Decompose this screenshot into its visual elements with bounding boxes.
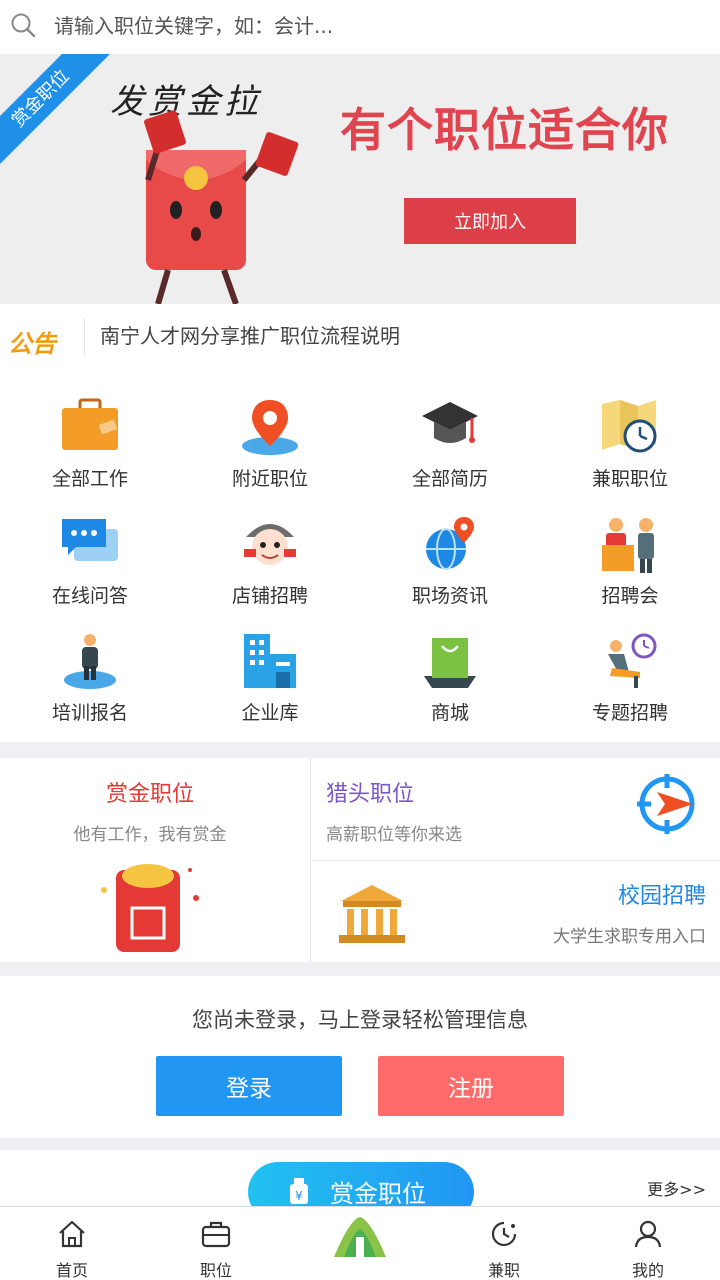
- banner-headline: 有个职位适合你: [340, 103, 669, 157]
- tab-jobs[interactable]: 职位: [144, 1207, 288, 1280]
- bounty-jobs-card[interactable]: 赏金职位 他有工作，我有赏金: [0, 758, 310, 962]
- search-icon[interactable]: [10, 12, 36, 38]
- grid-item-mall[interactable]: 商城: [360, 602, 540, 724]
- feature-panel: 赏金职位 他有工作，我有赏金 猎头职位 高薪职位等你来选 校园招聘 大学生求职专…: [0, 758, 720, 962]
- grid-item-label: 企业库: [241, 702, 299, 724]
- location-pin-icon: [242, 400, 298, 455]
- grid-item-part-time-jobs[interactable]: 兼职职位: [540, 368, 720, 490]
- chat-bubble-icon: [62, 519, 118, 561]
- grid-item-label: 专题招聘: [591, 702, 668, 724]
- campus-recruit-title: 校园招聘: [617, 884, 706, 909]
- campus-recruit-card[interactable]: 校园招聘 大学生求职专用入口: [311, 861, 720, 962]
- tab-part-time[interactable]: 兼职: [432, 1207, 576, 1280]
- notice-divider: [84, 318, 85, 356]
- mascot-icon: [244, 524, 296, 565]
- grid-item-shop-recruit[interactable]: 店铺招聘: [180, 485, 360, 607]
- login-button[interactable]: 登录: [156, 1056, 342, 1116]
- register-button[interactable]: 注册: [378, 1056, 564, 1116]
- buildings-icon: [244, 634, 296, 688]
- svg-text:¥: ¥: [295, 1189, 303, 1203]
- tab-label: 职位: [199, 1261, 232, 1280]
- interview-icon: [602, 518, 654, 573]
- search-input[interactable]: [54, 10, 694, 42]
- clock-icon: [491, 1221, 517, 1247]
- bounty-jobs-tab-label: 赏金职位: [330, 1180, 426, 1206]
- bottom-tab-bar: 首页 职位 兼职 我的: [0, 1206, 720, 1280]
- grid-item-all-resumes[interactable]: 全部简历: [360, 368, 540, 490]
- university-building-icon: [339, 885, 405, 943]
- graduation-cap-icon: [422, 402, 478, 443]
- red-envelope-icon: [101, 864, 199, 952]
- bounty-ribbon: 赏金职位: [0, 54, 114, 172]
- tab-label: 我的: [631, 1261, 664, 1280]
- tab-home[interactable]: 首页: [0, 1207, 144, 1280]
- tab-label: 首页: [55, 1261, 88, 1280]
- feature-grid: 全部工作 附近职位 全部简历 兼职职位 在线问答 店铺招聘 职场资讯 招聘会 培…: [0, 368, 720, 742]
- campus-recruit-subtitle: 大学生求职专用入口: [553, 927, 706, 947]
- grid-item-special-recruit[interactable]: 专题招聘: [540, 602, 720, 724]
- headhunter-jobs-card[interactable]: 猎头职位 高薪职位等你来选: [311, 758, 720, 860]
- map-clock-icon: [602, 400, 657, 453]
- home-icon: [59, 1220, 85, 1248]
- grid-item-all-jobs[interactable]: 全部工作: [0, 368, 180, 490]
- login-panel: 您尚未登录，马上登录轻松管理信息 登录 注册: [0, 976, 720, 1138]
- grid-item-training-signup[interactable]: 培训报名: [0, 602, 180, 724]
- tab-label: 兼职: [487, 1261, 520, 1280]
- grid-item-nearby-jobs[interactable]: 附近职位: [180, 368, 360, 490]
- globe-pin-icon: [426, 517, 474, 570]
- person-podium-icon: [64, 634, 116, 689]
- grid-item-company-db[interactable]: 企业库: [180, 602, 360, 724]
- login-prompt: 您尚未登录，马上登录轻松管理信息: [192, 1008, 528, 1032]
- notice-bar[interactable]: 公告 南宁人才网分享推广职位流程说明: [0, 304, 720, 368]
- bounty-jobs-subtitle: 他有工作，我有赏金: [73, 825, 227, 845]
- crosshair-target-icon: [637, 774, 695, 834]
- promo-banner[interactable]: 赏金职位 发赏金拉 有个职位适合你 立即加入: [0, 54, 720, 304]
- grid-item-label: 商城: [430, 702, 469, 724]
- grid-item-career-news[interactable]: 职场资讯: [360, 485, 540, 607]
- more-link[interactable]: 更多>>: [647, 1176, 706, 1200]
- briefcase-outline-icon: [201, 1221, 231, 1248]
- notice-text[interactable]: 南宁人才网分享推广职位流程说明: [100, 320, 400, 349]
- grid-item-label: 培训报名: [51, 702, 128, 724]
- red-envelope-mascot-icon: [144, 110, 299, 304]
- grid-item-online-qa[interactable]: 在线问答: [0, 485, 180, 607]
- headhunter-jobs-title: 猎头职位: [326, 782, 415, 807]
- user-icon: [634, 1220, 662, 1248]
- join-now-button[interactable]: 立即加入: [404, 198, 576, 244]
- bounty-jobs-section-header: ¥ 赏金职位 更多>>: [0, 1150, 720, 1206]
- bounty-jobs-tab[interactable]: ¥ 赏金职位: [248, 1162, 474, 1206]
- person-clock-icon: [608, 633, 657, 688]
- money-bag-icon: ¥: [290, 1178, 308, 1204]
- site-logo-icon: [334, 1217, 386, 1257]
- shopping-bag-icon: [424, 638, 476, 688]
- briefcase-icon: [62, 398, 118, 450]
- notice-badge: 公告: [8, 330, 56, 358]
- tab-site-logo[interactable]: [288, 1207, 432, 1280]
- grid-item-job-fair[interactable]: 招聘会: [540, 485, 720, 607]
- bounty-jobs-title: 赏金职位: [105, 782, 194, 807]
- headhunter-jobs-subtitle: 高薪职位等你来选: [326, 825, 462, 845]
- search-bar: [0, 0, 720, 54]
- tab-mine[interactable]: 我的: [576, 1207, 720, 1280]
